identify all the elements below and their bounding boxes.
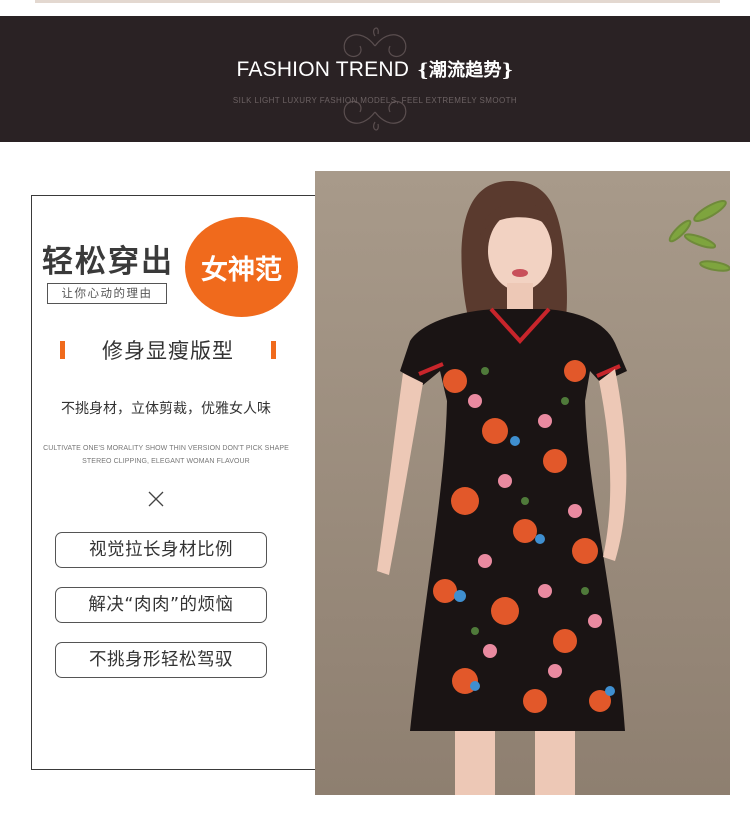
english-description-line-2: STEREO CLIPPING, ELEGANT WOMAN FLAVOUR (82, 458, 250, 465)
promo-headline: 轻松穿出 (42, 244, 174, 280)
goddess-badge: 女神范 (185, 217, 298, 317)
feature-right-mark (271, 341, 276, 359)
multiply-icon (148, 491, 164, 507)
feature-title: 修身显瘦版型 (60, 334, 276, 366)
reason-tag: 让你心动的理由 (47, 283, 167, 304)
benefit-pill: 解决“肉肉”的烦恼 (55, 587, 267, 623)
goddess-badge-text: 女神范 (201, 254, 282, 286)
fashion-trend-banner: FASHION TREND {潮流趋势} SILK LIGHT LUXURY FA… (0, 16, 750, 142)
model-photo (315, 171, 730, 795)
benefit-pill: 视觉拉长身材比例 (55, 532, 267, 568)
top-divider (35, 0, 720, 3)
banner-title-en: FASHION TREND (236, 58, 410, 81)
banner-title: FASHION TREND {潮流趋势} (0, 56, 750, 82)
feature-description: 不挑身材，立体剪裁，优雅女人味 (61, 401, 271, 417)
english-description-line-1: CULTIVATE ONE'S MORALITY SHOW THIN VERSI… (43, 445, 289, 452)
banner-subtitle: SILK LIGHT LUXURY FASHION MODELS, FEEL E… (232, 96, 518, 105)
model-illustration (315, 171, 730, 795)
top-strip (0, 0, 750, 6)
feature-title-text: 修身显瘦版型 (102, 339, 234, 363)
benefit-pill: 不挑身形轻松驾驭 (55, 642, 267, 678)
banner-title-cn: {潮流趋势} (417, 60, 514, 81)
